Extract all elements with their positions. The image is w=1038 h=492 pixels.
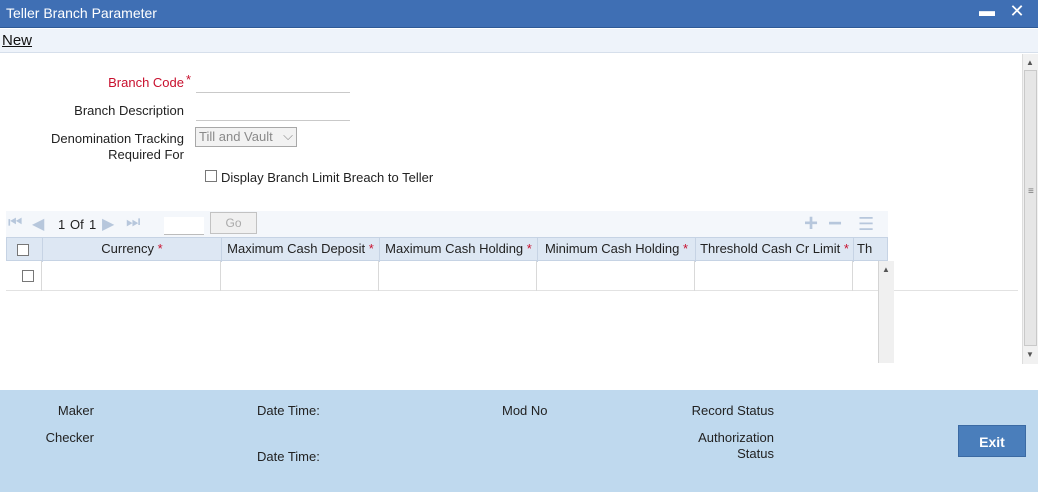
grid-navigation-bar: ⏮ ◀ 1 Of 1 ▶ ⏭ Go + − ☰ [6, 211, 888, 237]
branch-description-label: Branch Description [74, 103, 184, 118]
cell-threshold-cash-cr-limit[interactable] [695, 261, 853, 291]
authorization-label: Authorization [698, 430, 774, 445]
maker-date-time-label: Date Time: [257, 403, 320, 418]
previous-page-icon[interactable]: ◀ [32, 214, 44, 234]
cell-currency[interactable] [42, 261, 221, 291]
checker-date-time-label: Date Time: [257, 449, 320, 464]
denomination-select[interactable]: Till and Vault ⌵ [195, 127, 297, 147]
display-breach-label: Display Branch Limit Breach to Teller [221, 170, 434, 185]
column-maximum-cash-deposit[interactable]: Maximum Cash Deposit * [222, 238, 380, 262]
checker-label: Checker [45, 430, 94, 445]
cell-minimum-cash-holding[interactable] [537, 261, 695, 291]
row-checkbox[interactable] [22, 270, 34, 282]
main-content: Branch Code * Branch Description Denomin… [0, 54, 1022, 390]
audit-footer: Maker Checker Date Time: Date Time: Mod … [0, 390, 1038, 492]
scroll-up-icon[interactable]: ▲ [1026, 58, 1034, 67]
grid-header: Currency * Maximum Cash Deposit * Maximu… [6, 237, 888, 262]
close-icon[interactable]: ✕ [1006, 1, 1028, 22]
header-select-cell [7, 238, 43, 262]
add-row-icon[interactable]: + [804, 212, 818, 236]
row-details-icon[interactable]: ☰ [858, 214, 874, 234]
scrollbar-thumb[interactable]: ≡ [1024, 70, 1037, 346]
current-page: 1 [58, 217, 66, 232]
maker-label: Maker [57, 403, 94, 418]
column-threshold-cash-cr-limit[interactable]: Threshold Cash Cr Limit * [696, 238, 854, 262]
column-minimum-cash-holding[interactable]: Minimum Cash Holding * [538, 238, 696, 262]
pager-of-label: Of [70, 217, 84, 232]
record-status-label: Record Status [691, 403, 774, 418]
grid-scrollbar[interactable]: ▲ [878, 261, 894, 363]
authorization-status-label: Status [737, 446, 774, 461]
exit-button[interactable]: Exit [958, 425, 1026, 457]
branch-code-label: Branch Code [108, 75, 184, 90]
go-button[interactable]: Go [210, 212, 257, 234]
last-page-icon[interactable]: ⏭ [126, 214, 140, 232]
column-currency[interactable]: Currency * [43, 238, 222, 262]
total-pages: 1 [89, 217, 97, 232]
required-marker: * [186, 72, 192, 87]
branch-code-input[interactable] [196, 71, 350, 93]
new-link[interactable]: New [2, 32, 32, 49]
column-threshold-truncated[interactable]: Th [854, 238, 887, 262]
column-maximum-cash-holding[interactable]: Maximum Cash Holding * [380, 238, 538, 262]
first-page-icon[interactable]: ⏮ [8, 214, 22, 232]
page-number-input[interactable] [164, 217, 204, 235]
grip-icon: ≡ [1028, 186, 1034, 197]
select-all-checkbox[interactable] [17, 244, 29, 256]
toolbar: New [0, 29, 1038, 53]
table-row[interactable] [6, 261, 1018, 291]
display-breach-checkbox[interactable] [205, 170, 217, 182]
mod-no-label: Mod No [502, 403, 548, 418]
next-page-icon[interactable]: ▶ [102, 214, 114, 234]
chevron-down-icon: ⌵ [283, 128, 293, 143]
currency-limits-grid: Currency * Maximum Cash Deposit * Maximu… [6, 237, 1018, 363]
row-select-cell [6, 261, 42, 291]
branch-description-input[interactable] [196, 99, 350, 121]
cell-maximum-cash-deposit[interactable] [221, 261, 379, 291]
minimize-icon[interactable]: ▬ [976, 3, 998, 21]
grid-scroll-up-icon[interactable]: ▲ [882, 265, 890, 274]
delete-row-icon[interactable]: − [828, 212, 842, 236]
cell-maximum-cash-holding[interactable] [379, 261, 537, 291]
page-scrollbar[interactable]: ▲ ≡ ▼ [1022, 54, 1038, 364]
title-bar: Teller Branch Parameter ▬ ✕ [0, 0, 1038, 28]
denomination-tracking-label: Denomination Tracking [51, 131, 184, 146]
denomination-required-for-label: Required For [108, 147, 184, 162]
window-title: Teller Branch Parameter [6, 5, 157, 21]
scroll-down-icon[interactable]: ▼ [1026, 350, 1034, 359]
